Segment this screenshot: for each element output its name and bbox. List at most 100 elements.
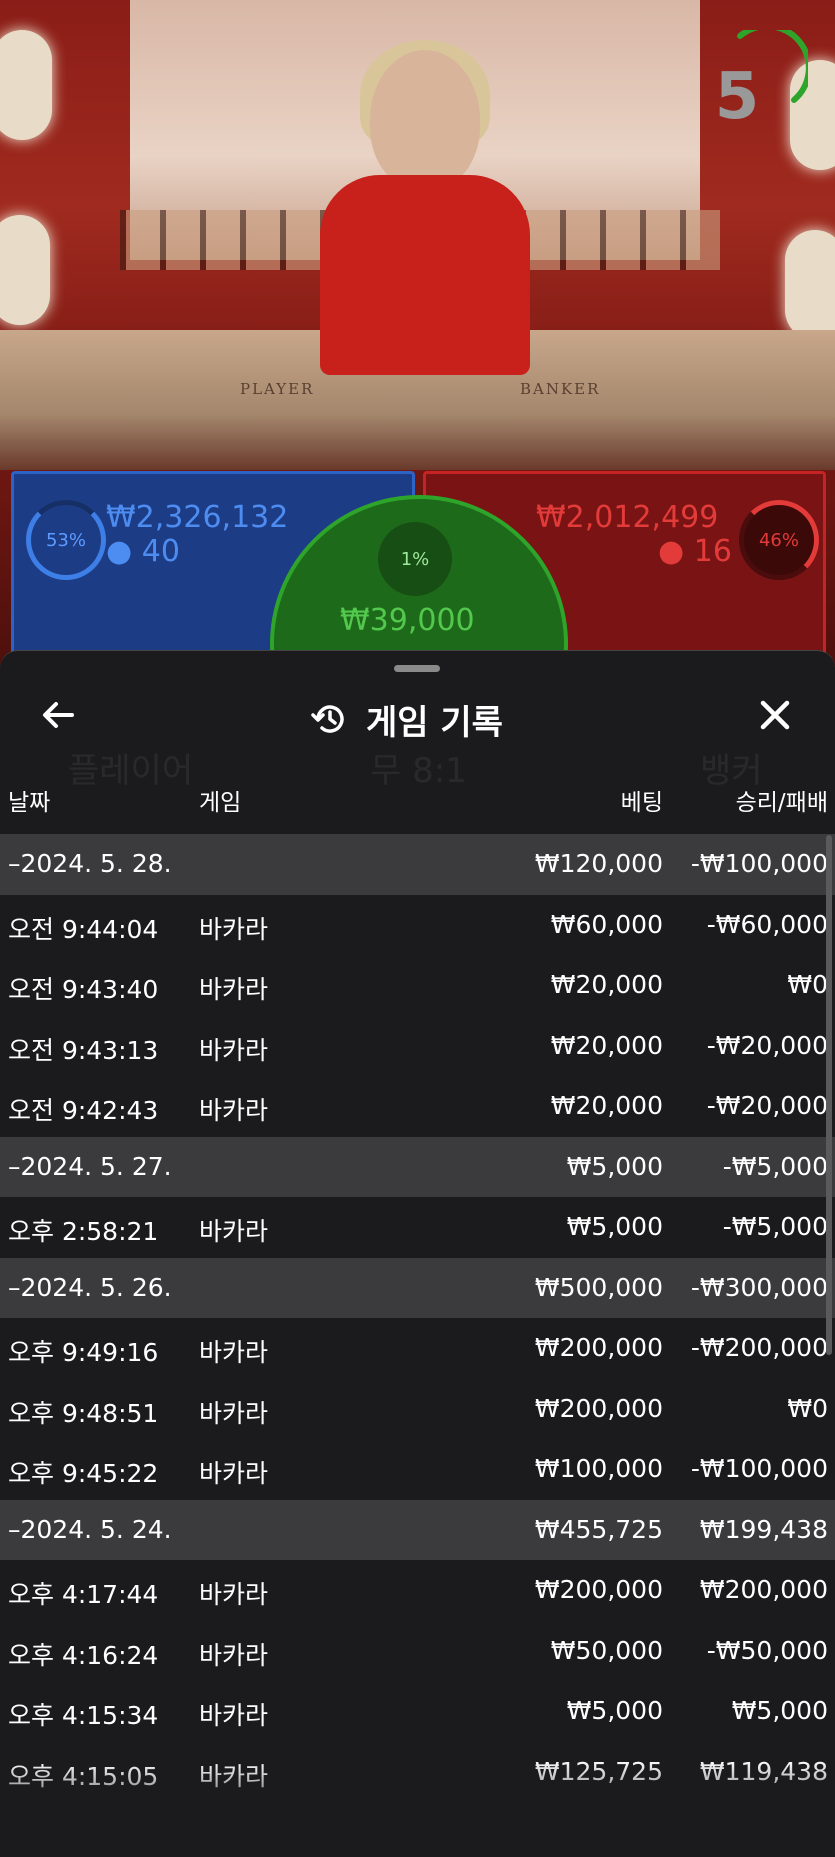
row-time: 오전 9:43:40 [8,975,159,1004]
date-label: –2024. 5. 26. [8,1272,172,1302]
lantern-left [0,30,52,140]
banker-percent: 46% [758,529,799,551]
row-bet: ₩20,000 [550,1030,663,1060]
user-icon: ● [106,534,133,569]
row-bet: ₩200,000 [534,1575,663,1604]
history-row[interactable]: 오후 2:58:21 바카라 ₩5,000 -₩5,000 [0,1197,835,1258]
banker-total-amount: ₩2,012,499 [536,500,719,535]
row-time: 오후 9:45:22 [8,1459,159,1488]
player-percent: 53% [45,529,86,551]
row-win-loss: -₩100,000 [690,1454,828,1483]
row-time: 오전 9:44:04 [8,914,159,944]
back-arrow-icon[interactable] [38,695,86,743]
scrollbar[interactable] [826,835,832,1355]
col-bet: 베팅 [620,790,663,816]
row-time: 오후 4:15:34 [8,1701,159,1730]
row-bet: ₩20,000 [550,970,663,999]
history-list[interactable]: –2024. 5. 28. ₩120,000 -₩100,000 오전 9:44:04… [0,834,835,1802]
date-group-row[interactable]: –2024. 5. 27. ₩5,000 -₩5,000 [0,1136,835,1197]
row-game: 바카라 [199,1217,269,1246]
history-row[interactable]: 오전 9:43:13 바카라 ₩20,000 -₩20,000 [0,1016,835,1077]
close-icon[interactable] [751,695,799,743]
history-row[interactable]: 오전 9:42:43 바카라 ₩20,000 -₩20,000 [0,1076,835,1137]
row-bet: ₩50,000 [550,1635,663,1665]
lantern-left-low [0,215,50,325]
history-row[interactable]: 오후 4:16:24 바카라 ₩50,000 -₩50,000 [0,1621,835,1682]
player-count-value: 40 [141,534,180,569]
banker-count-value: 16 [693,534,732,569]
col-win-loss: 승리/패배 [735,790,828,816]
date-group-row[interactable]: –2024. 5. 28. ₩120,000 -₩100,000 [0,834,835,895]
table-label-player: PLAYER [240,380,315,398]
row-win-loss: -₩200,000 [690,1333,828,1362]
history-row[interactable]: 오후 4:15:05 바카라 ₩125,725 ₩119,438 [0,1742,835,1803]
date-group-row[interactable]: –2024. 5. 26. ₩500,000 -₩300,000 [0,1257,835,1318]
lantern-right-low [785,230,835,340]
date-bet-total: ₩500,000 [534,1272,663,1302]
column-headers: 날짜 게임 베팅 승리/패배 [0,783,835,823]
row-game: 바카라 [199,1459,269,1488]
tie-percent: 1% [378,522,452,596]
row-bet: ₩20,000 [550,1091,663,1120]
row-game: 바카라 [199,1096,269,1125]
player-percent-ring: 53% [26,500,106,580]
sheet-title: 게임 기록 [310,695,503,743]
row-bet: ₩5,000 [566,1212,663,1241]
row-bet: ₩200,000 [534,1333,663,1362]
row-win-loss: ₩0 [787,1393,828,1423]
date-label: –2024. 5. 28. [8,849,172,878]
player-total-amount: ₩2,326,132 [106,500,289,535]
row-bet: ₩200,000 [534,1393,663,1423]
banker-bettor-count: ● 16 [658,534,732,569]
row-game: 바카라 [199,1398,269,1428]
row-game: 바카라 [199,1338,269,1367]
sheet-drag-handle[interactable] [394,665,440,672]
date-bet-total: ₩5,000 [566,1151,663,1181]
history-row[interactable]: 오후 9:49:16 바카라 ₩200,000 -₩200,000 [0,1318,835,1379]
row-bet: ₩5,000 [566,1696,663,1725]
history-row[interactable]: 오후 9:48:51 바카라 ₩200,000 ₩0 [0,1379,835,1440]
sheet-title-text: 게임 기록 [366,702,503,743]
row-win-loss: ₩0 [787,970,828,999]
row-time: 오후 9:48:51 [8,1398,159,1428]
tie-total-amount: ₩39,000 [340,603,475,638]
date-group-row[interactable]: –2024. 5. 24. ₩455,725 ₩199,438 [0,1499,835,1560]
history-row[interactable]: 오후 4:17:44 바카라 ₩200,000 ₩200,000 [0,1560,835,1621]
row-game: 바카라 [199,1761,269,1791]
dealer [320,175,530,375]
col-date: 날짜 [8,790,51,816]
row-game: 바카라 [199,1701,269,1730]
history-icon [311,705,344,733]
date-win-loss-total: ₩199,438 [699,1514,828,1544]
row-time: 오후 4:15:05 [8,1761,159,1791]
user-icon: ● [658,534,685,569]
history-row[interactable]: 오후 4:15:34 바카라 ₩5,000 ₩5,000 [0,1681,835,1742]
row-time: 오전 9:43:13 [8,1035,159,1065]
row-win-loss: -₩5,000 [722,1212,828,1241]
history-row[interactable]: 오전 9:44:04 바카라 ₩60,000 -₩60,000 [0,895,835,956]
player-bettor-count: ● 40 [106,534,180,569]
row-win-loss: -₩60,000 [706,909,828,939]
table-label-banker: BANKER [520,380,601,398]
row-win-loss: ₩200,000 [699,1575,828,1604]
row-game: 바카라 [199,1035,269,1065]
date-bet-total: ₩455,725 [534,1514,663,1544]
dealer-face [370,50,480,190]
row-win-loss: ₩5,000 [731,1696,828,1725]
game-history-sheet: 게임 기록 플레이어 무 8:1 뱅커 날짜 게임 베팅 승리/패배 –2024… [0,650,835,1857]
row-time: 오후 4:17:44 [8,1580,159,1609]
row-time: 오전 9:42:43 [8,1096,159,1125]
countdown-timer: 5 [714,60,760,134]
row-win-loss: -₩20,000 [706,1030,828,1060]
row-time: 오후 9:49:16 [8,1338,159,1367]
date-win-loss-total: -₩300,000 [690,1272,828,1302]
row-bet: ₩100,000 [534,1454,663,1483]
row-bet: ₩60,000 [550,909,663,939]
row-win-loss: ₩119,438 [699,1756,828,1786]
row-bet: ₩125,725 [534,1756,663,1786]
history-row[interactable]: 오전 9:43:40 바카라 ₩20,000 ₩0 [0,955,835,1016]
date-label: –2024. 5. 27. [8,1151,172,1181]
date-bet-total: ₩120,000 [534,849,663,878]
history-row[interactable]: 오후 9:45:22 바카라 ₩100,000 -₩100,000 [0,1439,835,1500]
row-game: 바카라 [199,1640,269,1670]
